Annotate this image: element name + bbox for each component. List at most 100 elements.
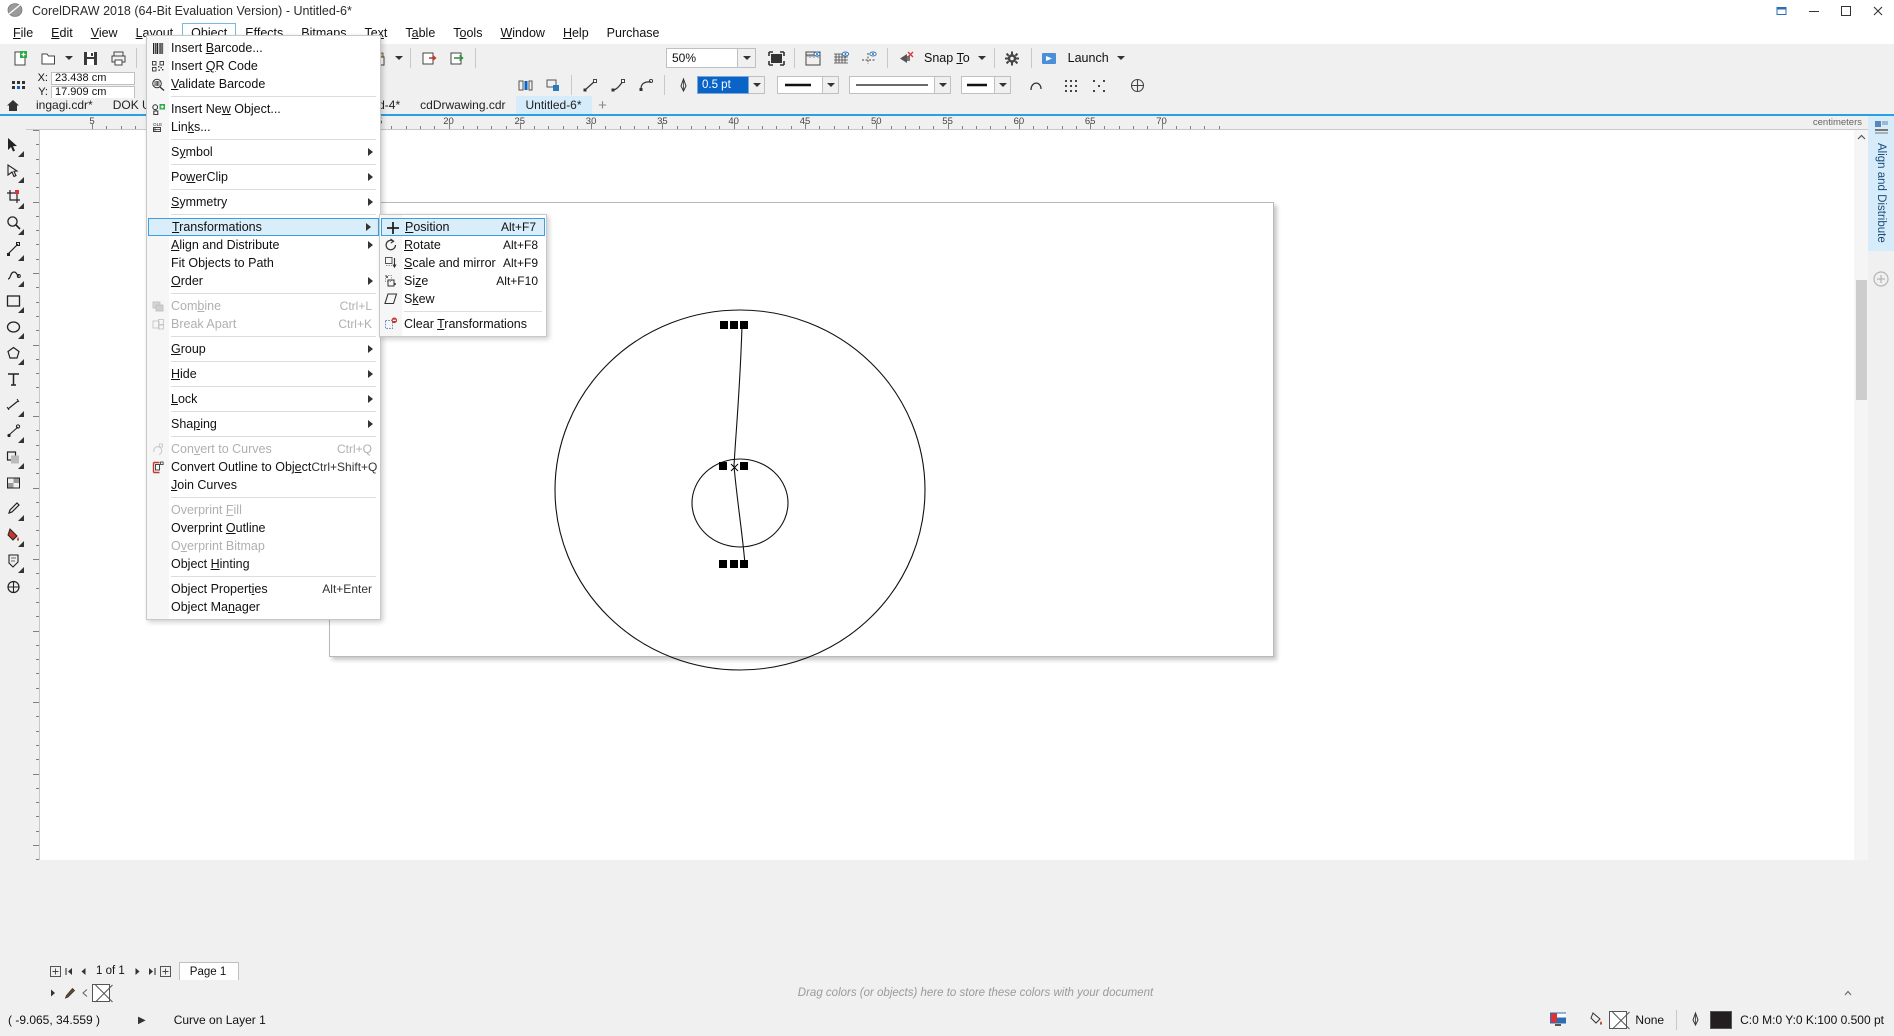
artistic-media-tool[interactable] <box>1 262 25 288</box>
submenu-item-clear-transformations[interactable]: Clear Transformations <box>380 315 546 333</box>
menu-item-symmetry[interactable]: Symmetry <box>147 193 380 211</box>
menu-item-lock[interactable]: Lock <box>147 390 380 408</box>
outline-pen-tool[interactable] <box>1 574 25 600</box>
curve-to-line-icon[interactable] <box>604 72 632 98</box>
minimize-button[interactable] <box>1798 0 1830 22</box>
save-icon[interactable] <box>76 45 104 71</box>
launch-dropdown[interactable] <box>1113 45 1129 71</box>
color-proof-icon[interactable] <box>1549 1011 1567 1030</box>
menu-table[interactable]: Table <box>396 23 444 44</box>
launch-icon[interactable] <box>1036 45 1064 71</box>
fill-color-icon[interactable] <box>1589 1011 1606 1030</box>
close-curve-icon[interactable] <box>1025 72 1047 98</box>
document-tab-5[interactable]: cdDrwawing.cdr <box>410 96 515 114</box>
home-icon[interactable] <box>0 96 26 114</box>
submenu-item-rotate[interactable]: Rotate Alt+F8 <box>380 236 546 254</box>
menu-item-symbol[interactable]: Symbol <box>147 143 380 161</box>
new-document-tab-button[interactable]: + <box>592 96 614 114</box>
snap-to-label[interactable]: Snap To <box>920 51 974 65</box>
transformations-submenu[interactable]: Position Alt+F7 Rotate Alt+F8 Scale and … <box>379 214 547 337</box>
menu-item-links[interactable]: OLE Links... <box>147 118 380 136</box>
menu-item-object-properties[interactable]: Object Properties Alt+Enter <box>147 580 380 598</box>
transparency-tool[interactable] <box>1 470 25 496</box>
menu-item-validate-barcode[interactable]: Validate Barcode <box>147 75 380 93</box>
menu-item-object-hinting[interactable]: Object Hinting <box>147 555 380 573</box>
zoom-tool[interactable] <box>1 210 25 236</box>
first-page-icon[interactable] <box>62 963 76 979</box>
menu-item-insert-new-object[interactable]: Insert New Object... <box>147 100 380 118</box>
bezier-curve-icon[interactable] <box>632 72 660 98</box>
menu-item-transformations[interactable]: Transformations <box>148 218 379 236</box>
menu-item-hide[interactable]: Hide <box>147 365 380 383</box>
last-page-icon[interactable] <box>145 963 159 979</box>
menu-item-powerclip[interactable]: PowerClip <box>147 168 380 186</box>
new-document-icon[interactable] <box>6 45 34 71</box>
vertical-ruler[interactable] <box>26 130 40 860</box>
export-icon[interactable] <box>443 45 471 71</box>
outline-pen-status-icon[interactable] <box>1689 1011 1702 1030</box>
previous-page-icon[interactable] <box>76 963 90 979</box>
menu-item-align-and-distribute[interactable]: Align and Distribute <box>147 236 380 254</box>
menu-item-object-manager[interactable]: Object Manager <box>147 598 380 616</box>
outline-color-swatch[interactable] <box>1710 1011 1733 1029</box>
add-page-after-icon[interactable] <box>159 963 173 979</box>
outline-width-input[interactable]: 0.5 pt <box>697 76 749 94</box>
freehand-tool[interactable] <box>1 236 25 262</box>
next-page-icon[interactable] <box>131 963 145 979</box>
snap-to-icon[interactable] <box>892 45 920 71</box>
print-icon[interactable] <box>104 45 132 71</box>
open-folder-icon[interactable] <box>34 45 62 71</box>
menu-item-insert-qr-code[interactable]: Insert QR Code <box>147 57 380 75</box>
menu-item-insert-barcode[interactable]: Insert Barcode... <box>147 39 380 57</box>
line-style-dropdown[interactable] <box>935 76 951 94</box>
shape-tool[interactable] <box>1 158 25 184</box>
x-position-input[interactable]: 23.438 cm <box>51 71 135 85</box>
palette-scroll-right-icon[interactable] <box>46 985 60 1001</box>
menu-item-join-curves[interactable]: Join Curves <box>147 476 380 494</box>
submenu-item-position[interactable]: Position Alt+F7 <box>381 218 545 236</box>
menu-item-fit-objects-to-path[interactable]: Fit Objects to Path <box>147 254 380 272</box>
add-docker-icon[interactable] <box>1873 271 1889 290</box>
menu-item-shaping[interactable]: Shaping <box>147 415 380 433</box>
object-origin-icon[interactable] <box>4 72 32 98</box>
menu-item-group[interactable]: Group <box>147 340 380 358</box>
add-page-before-icon[interactable] <box>48 963 62 979</box>
polygon-tool[interactable] <box>1 340 25 366</box>
maximize-button[interactable] <box>1830 0 1862 22</box>
pick-tool[interactable] <box>1 132 25 158</box>
wrap-text-icon[interactable] <box>1123 72 1151 98</box>
open-recent-dropdown[interactable] <box>62 45 76 71</box>
status-expand-arrow[interactable]: ▶ <box>138 1015 146 1026</box>
smart-fill-tool[interactable] <box>1 548 25 574</box>
object-menu-dropdown[interactable]: Insert Barcode... Insert QR Code Validat… <box>146 35 381 620</box>
start-arrowhead-selector[interactable] <box>777 76 823 94</box>
submenu-item-size[interactable]: Size Alt+F10 <box>380 272 546 290</box>
reduce-nodes-icon[interactable] <box>1085 72 1113 98</box>
extend-curve-icon[interactable] <box>1057 72 1085 98</box>
menu-help[interactable]: Help <box>554 23 598 44</box>
palette-collapse-icon[interactable] <box>1841 985 1855 1001</box>
eyedropper-icon[interactable] <box>60 985 78 1001</box>
snap-to-dropdown[interactable] <box>974 45 990 71</box>
interactive-fill-tool[interactable] <box>1 522 25 548</box>
menu-view[interactable]: View <box>82 23 127 44</box>
menu-tools[interactable]: Tools <box>444 23 491 44</box>
palette-scroll-left-icon[interactable] <box>78 985 92 1001</box>
menu-item-convert-outline-to-object[interactable]: Convert Outline to Object Ctrl+Shift+Q <box>147 458 380 476</box>
show-rulers-icon[interactable] <box>799 45 827 71</box>
vertical-scrollbar[interactable] <box>1854 130 1868 860</box>
outline-pen-property-icon[interactable] <box>669 72 697 98</box>
end-arrowhead-selector[interactable] <box>961 76 995 94</box>
submenu-item-scale-and-mirror[interactable]: Scale and mirror Alt+F9 <box>380 254 546 272</box>
drop-shadow-tool[interactable] <box>1 444 25 470</box>
crop-tool[interactable] <box>1 184 25 210</box>
paste-dropdown[interactable] <box>392 45 406 71</box>
palette-no-color-swatch[interactable] <box>92 984 110 1002</box>
menu-file[interactable]: File <box>4 23 42 44</box>
menu-item-overprint-outline[interactable]: Overprint Outline <box>147 519 380 537</box>
fill-none-swatch[interactable] <box>1609 1011 1628 1029</box>
parallel-dimension-tool[interactable] <box>1 392 25 418</box>
launch-label[interactable]: Launch <box>1064 51 1113 65</box>
menu-purchase[interactable]: Purchase <box>598 23 669 44</box>
rectangle-tool[interactable] <box>1 288 25 314</box>
